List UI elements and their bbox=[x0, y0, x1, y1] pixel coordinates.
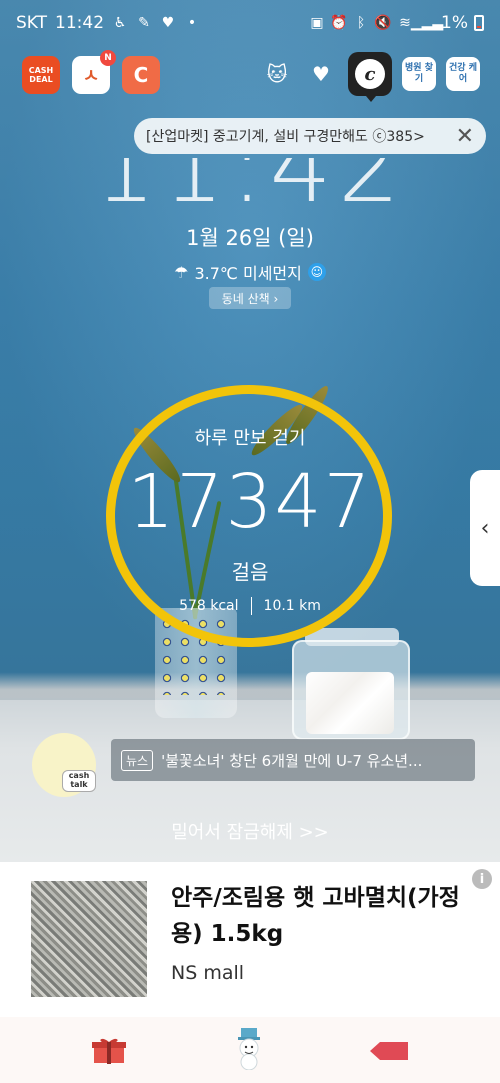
app-shortcut-row: CASH DEAL ㅅ N C bbox=[22, 50, 160, 94]
pet-app-icon[interactable]: C bbox=[122, 56, 160, 94]
torch-icon: ✎ bbox=[138, 15, 150, 31]
arrow-tag-icon[interactable] bbox=[370, 1042, 408, 1060]
close-icon[interactable]: ✕ bbox=[456, 124, 474, 149]
news-ticker[interactable]: 뉴스 '불꽃소녀' 창단 6개월 만에 U-7 유소년... bbox=[111, 739, 475, 781]
mall-app-icon[interactable]: ㅅ N bbox=[72, 50, 116, 94]
anchovy-image bbox=[31, 881, 147, 997]
side-panel-handle[interactable]: ‹ bbox=[470, 470, 500, 586]
signal-icon: ▁▂▃ bbox=[410, 15, 444, 31]
ad-card[interactable]: 안주/조림용 햇 고바멸치(가정용) 1.5kg NS mall i bbox=[0, 862, 500, 1017]
battery-saver-icon: ▣ bbox=[310, 15, 324, 31]
pedometer-title: 하루 만보 걷기 bbox=[194, 428, 306, 449]
cloud-rain-icon: ☂ bbox=[174, 262, 189, 282]
pedometer-stats: 578 kcal 10.1 km bbox=[0, 597, 500, 615]
alarm-icon: ⏰ bbox=[330, 15, 348, 31]
info-icon[interactable]: i bbox=[472, 869, 492, 889]
gift-icon[interactable] bbox=[92, 1036, 126, 1064]
new-badge: N bbox=[100, 50, 116, 66]
cashwalk-icon[interactable]: c bbox=[348, 52, 392, 102]
step-label: 걸음 bbox=[231, 560, 269, 584]
weather-row: ☂ 3.7℃ 미세먼지 ☺ bbox=[0, 260, 500, 284]
step-count: 17347 bbox=[127, 459, 373, 545]
walk-icon: ♿ bbox=[113, 15, 127, 31]
status-bar: SKT 11:42 ♿ ✎ ♥ • ▣ ⏰ ᛒ 🔇 ≋ ▁▂▃ 1% bbox=[0, 0, 500, 46]
info-heart-icon[interactable]: ♥ bbox=[304, 57, 338, 91]
smile-icon: ☺ bbox=[307, 263, 326, 281]
health-button[interactable]: 건강 케어 bbox=[446, 57, 480, 91]
snowman-icon[interactable] bbox=[232, 1028, 266, 1070]
mall-app-label: ㅅ bbox=[82, 66, 100, 87]
bluetooth-icon: ᛒ bbox=[356, 15, 366, 31]
chevron-left-icon: ‹ bbox=[480, 515, 490, 541]
distance-value: 10.1 km bbox=[263, 598, 321, 614]
cashdeal-app-icon[interactable]: CASH DEAL bbox=[22, 56, 60, 94]
battery-percent: 1% bbox=[441, 13, 468, 33]
heart-app-icon: ♥ bbox=[161, 15, 175, 31]
mute-icon: 🔇 bbox=[374, 15, 392, 31]
header-actions: 🐱 ♥ c 병원 찾기 건강 케어 bbox=[260, 52, 480, 102]
unlock-hint[interactable]: 밀어서 잠금해제 >> bbox=[0, 818, 500, 844]
walk-button[interactable]: 동네 산책 › bbox=[209, 287, 291, 309]
news-tag: 뉴스 bbox=[121, 749, 154, 771]
dot-icon: • bbox=[187, 15, 197, 31]
notification-text: [산업마켓] 중고기계, 설비 구경만해도 ⓒ385> bbox=[146, 129, 425, 145]
battery-icon bbox=[474, 15, 484, 31]
sugar-cubes bbox=[306, 672, 394, 734]
notification-banner[interactable]: [산업마켓] 중고기계, 설비 구경만해도 ⓒ385> ✕ bbox=[134, 118, 486, 154]
cashtalk-label: cash talk bbox=[62, 770, 96, 792]
ad-source: NS mall bbox=[171, 962, 245, 984]
ad-title: 안주/조림용 햇 고바멸치(가정용) 1.5kg bbox=[171, 885, 460, 947]
divider bbox=[250, 597, 252, 615]
kcal-value: 578 kcal bbox=[179, 598, 239, 614]
cat-icon[interactable]: 🐱 bbox=[260, 57, 294, 91]
lock-date: 1월 26일 (일) bbox=[186, 226, 314, 250]
carrier: SKT bbox=[16, 13, 48, 33]
hospital-button[interactable]: 병원 찾기 bbox=[402, 57, 436, 91]
news-headline: '불꽃소녀' 창단 6개월 만에 U-7 유소년... bbox=[161, 751, 423, 770]
status-time: 11:42 bbox=[55, 13, 105, 33]
weather-text: 3.7℃ 미세먼지 bbox=[194, 264, 302, 283]
